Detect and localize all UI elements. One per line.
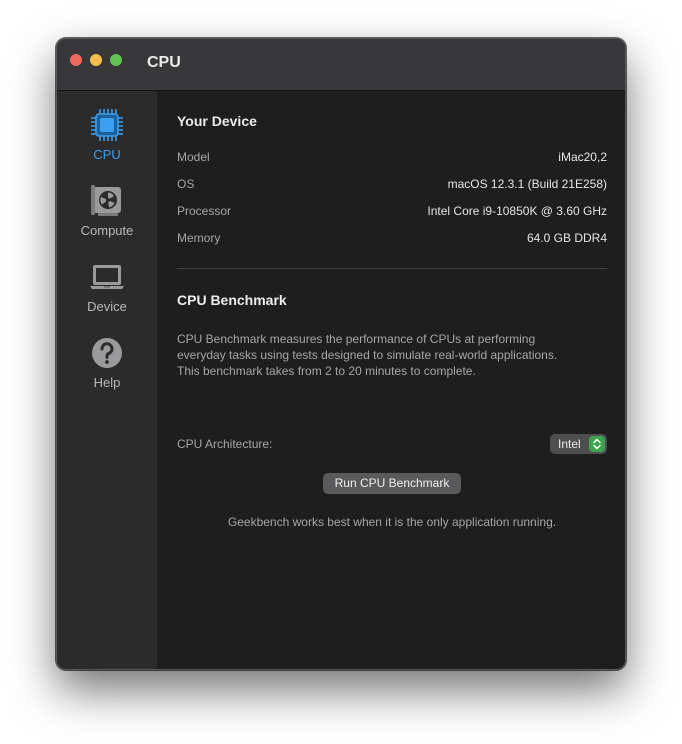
zoom-window-button[interactable] (110, 54, 122, 66)
cpu-architecture-select[interactable]: Intel (550, 434, 607, 454)
title-bar: CPU (57, 39, 625, 91)
chevron-up-down-icon (593, 438, 601, 450)
sidebar-item-label: CPU (93, 147, 121, 162)
description-line: everyday tasks using tests designed to s… (177, 348, 558, 362)
close-window-button[interactable] (70, 54, 82, 66)
cpu-chip-icon (91, 109, 123, 141)
os-value: macOS 12.3.1 (Build 21E258) (447, 177, 607, 191)
model-label: Model (177, 150, 210, 164)
description-line: This benchmark takes from 2 to 20 minute… (177, 364, 476, 378)
section-divider (177, 268, 607, 269)
sidebar-item-cpu[interactable]: CPU (57, 107, 157, 167)
gpu-card-icon (91, 185, 121, 216)
cpu-architecture-value: Intel (558, 437, 581, 451)
sidebar: CPU Compute Device Help (57, 91, 157, 669)
processor-value: Intel Core i9-10850K @ 3.60 GHz (427, 204, 607, 218)
processor-label: Processor (177, 204, 232, 218)
minimize-window-button[interactable] (90, 54, 102, 66)
memory-value: 64.0 GB DDR4 (526, 231, 607, 245)
sidebar-item-device[interactable]: Device (57, 259, 157, 319)
cpu-benchmark-heading: CPU Benchmark (177, 292, 287, 308)
benchmark-note: Geekbench works best when it is the only… (227, 515, 557, 529)
description-line: CPU Benchmark measures the performance o… (177, 332, 536, 346)
cpu-architecture-label: CPU Architecture: (177, 437, 273, 451)
sidebar-item-label: Help (93, 375, 121, 390)
run-cpu-benchmark-button[interactable]: Run CPU Benchmark (323, 473, 461, 494)
os-label: OS (177, 177, 195, 191)
sidebar-item-label: Device (87, 299, 127, 314)
sidebar-item-label: Compute (80, 223, 134, 238)
select-stepper (589, 436, 605, 452)
window-title: CPU (147, 54, 181, 71)
benchmark-description: CPU Benchmark measures the performance o… (177, 331, 607, 379)
question-mark-icon (92, 338, 122, 368)
memory-label: Memory (177, 231, 221, 245)
laptop-icon (90, 265, 124, 289)
sidebar-item-compute[interactable]: Compute (57, 183, 157, 243)
your-device-heading: Your Device (177, 113, 257, 129)
model-value: iMac20,2 (558, 150, 607, 164)
sidebar-item-help[interactable]: Help (57, 335, 157, 395)
main-content: Your Device Model iMac20,2 OS macOS 12.3… (157, 91, 625, 669)
app-window: CPU CPU Compute Device Help Your Device … (56, 38, 626, 670)
